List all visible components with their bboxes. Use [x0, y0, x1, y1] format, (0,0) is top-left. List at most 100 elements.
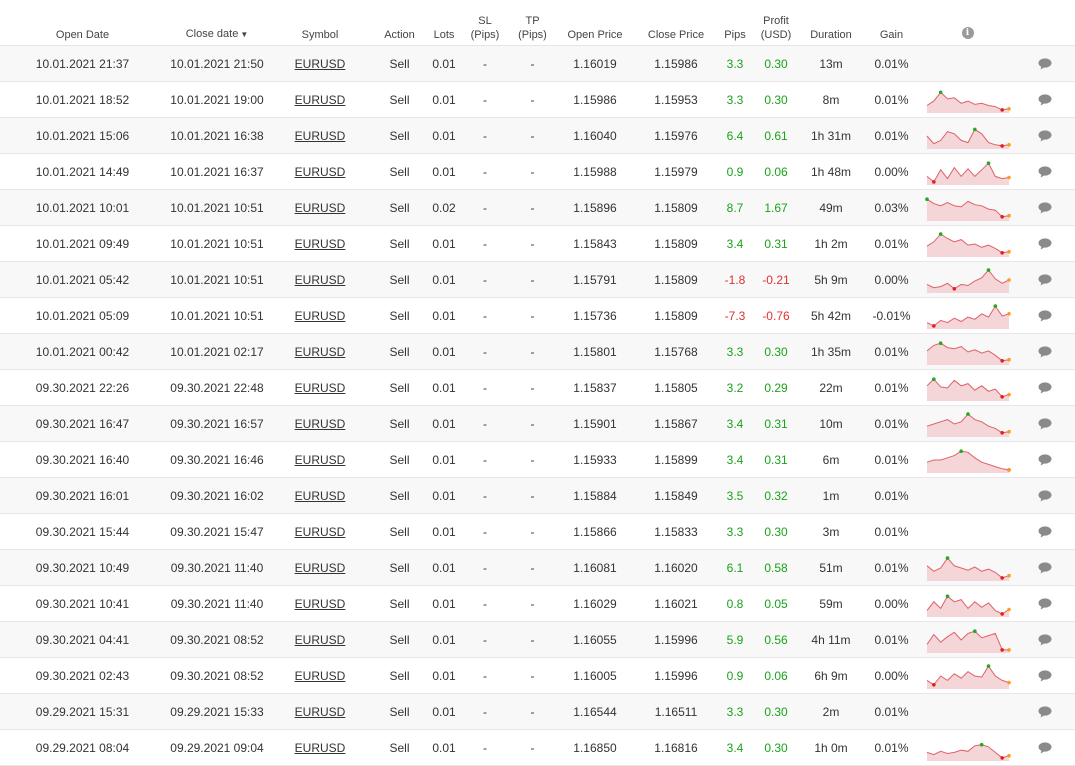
symbol-link[interactable]: EURUSD [295, 561, 346, 575]
close-price-cell: 1.15986 [635, 45, 717, 82]
action-cell: Sell [371, 477, 428, 514]
header-sl-unit: (Pips) [470, 29, 500, 41]
symbol-link[interactable]: EURUSD [295, 93, 346, 107]
table-row: 10.01.2021 10:01 10.01.2021 10:51 EURUSD Se… [0, 189, 1075, 226]
duration-cell: 10m [799, 405, 863, 442]
price-sparkline [926, 231, 1011, 257]
tp-cell: - [510, 729, 555, 766]
comment-icon[interactable] [1038, 454, 1052, 466]
info-icon[interactable]: i [961, 27, 974, 39]
price-sparkline [926, 411, 1011, 437]
comment-icon[interactable] [1038, 166, 1052, 178]
comment-icon[interactable] [1038, 310, 1052, 322]
comment-icon[interactable] [1038, 274, 1052, 286]
open-price-cell: 1.15933 [555, 441, 635, 478]
sparkline-max-point [938, 231, 942, 236]
comment-icon[interactable] [1038, 58, 1052, 70]
comment-icon[interactable] [1038, 526, 1052, 538]
header-lots[interactable]: Lots [428, 0, 460, 46]
comment-icon[interactable] [1038, 490, 1052, 502]
comment-icon[interactable] [1038, 742, 1052, 754]
comment-icon[interactable] [1038, 238, 1052, 250]
comment-icon[interactable] [1038, 670, 1052, 682]
symbol-link[interactable]: EURUSD [295, 129, 346, 143]
comment-icon[interactable] [1038, 634, 1052, 646]
symbol-link[interactable]: EURUSD [295, 201, 346, 215]
symbol-link[interactable]: EURUSD [295, 57, 346, 71]
header-duration-label: Duration [810, 29, 852, 41]
comment-icon[interactable] [1038, 202, 1052, 214]
header-action[interactable]: Action [371, 0, 428, 46]
sparkline-min-point [999, 575, 1004, 580]
header-profit[interactable]: Profit (USD) [753, 0, 799, 46]
header-duration[interactable]: Duration [799, 0, 863, 46]
header-sl[interactable]: SL (Pips) [460, 0, 510, 46]
lots-cell: 0.01 [428, 693, 460, 730]
header-tp-label: TP [525, 15, 540, 27]
profit-cell: 0.32 [753, 477, 799, 514]
comment-icon[interactable] [1038, 346, 1052, 358]
duration-cell: 3m [799, 513, 863, 550]
symbol-cell: EURUSD [269, 729, 371, 766]
header-pips[interactable]: Pips [717, 0, 753, 46]
comment-icon[interactable] [1038, 598, 1052, 610]
sparkline-min-point [931, 682, 936, 687]
symbol-link[interactable]: EURUSD [295, 309, 346, 323]
symbol-link[interactable]: EURUSD [295, 597, 346, 611]
header-gain[interactable]: Gain [863, 0, 920, 46]
symbol-link[interactable]: EURUSD [295, 237, 346, 251]
close-date-cell: 09.29.2021 09:04 [165, 729, 269, 766]
close-date-cell: 09.30.2021 16:57 [165, 405, 269, 442]
tp-cell: - [510, 441, 555, 478]
header-tp[interactable]: TP (Pips) [510, 0, 555, 46]
sparkline-min-point [999, 107, 1004, 112]
symbol-link[interactable]: EURUSD [295, 345, 346, 359]
comment-cell [1015, 333, 1075, 370]
symbol-link[interactable]: EURUSD [295, 741, 346, 755]
header-close-price[interactable]: Close Price [635, 0, 717, 46]
header-open-date[interactable]: Open Date [0, 0, 165, 46]
symbol-link[interactable]: EURUSD [295, 489, 346, 503]
symbol-cell: EURUSD [269, 45, 371, 82]
comment-icon[interactable] [1038, 418, 1052, 430]
symbol-link[interactable]: EURUSD [295, 669, 346, 683]
sparkline-min-point [999, 755, 1004, 760]
sparkline-max-point [924, 196, 929, 201]
header-chart: i [920, 0, 1015, 46]
header-symbol[interactable]: Symbol [269, 0, 371, 46]
table-row: 09.30.2021 16:01 09.30.2021 16:02 EURUSD Se… [0, 477, 1075, 514]
open-date-cell: 10.01.2021 18:52 [0, 81, 165, 118]
comment-icon[interactable] [1038, 382, 1052, 394]
open-date-cell: 09.30.2021 02:43 [0, 657, 165, 694]
symbol-link[interactable]: EURUSD [295, 453, 346, 467]
tp-cell: - [510, 261, 555, 298]
gain-cell: 0.01% [863, 333, 920, 370]
comment-icon[interactable] [1038, 94, 1052, 106]
sparkline-min-point [999, 611, 1004, 616]
open-date-cell: 09.30.2021 15:44 [0, 513, 165, 550]
duration-cell: 59m [799, 585, 863, 622]
header-open-price[interactable]: Open Price [555, 0, 635, 46]
close-date-cell: 09.30.2021 16:46 [165, 441, 269, 478]
symbol-link[interactable]: EURUSD [295, 705, 346, 719]
close-price-cell: 1.16020 [635, 549, 717, 586]
open-price-cell: 1.15896 [555, 189, 635, 226]
sparkline-end-point [1006, 175, 1011, 179]
open-price-cell: 1.15837 [555, 369, 635, 406]
gain-cell: 0.01% [863, 693, 920, 730]
open-date-cell: 09.30.2021 16:47 [0, 405, 165, 442]
comment-icon[interactable] [1038, 130, 1052, 142]
symbol-link[interactable]: EURUSD [295, 633, 346, 647]
price-sparkline [926, 303, 1011, 329]
pips-cell: 0.9 [717, 657, 753, 694]
symbol-link[interactable]: EURUSD [295, 165, 346, 179]
duration-cell: 51m [799, 549, 863, 586]
close-date-cell: 09.29.2021 15:33 [165, 693, 269, 730]
sparkline-area [926, 744, 1009, 761]
symbol-link[interactable]: EURUSD [295, 381, 346, 395]
comment-icon[interactable] [1038, 562, 1052, 574]
symbol-link[interactable]: EURUSD [295, 273, 346, 287]
header-close-date[interactable]: Close date ▼ [165, 0, 269, 46]
symbol-link[interactable]: EURUSD [295, 417, 346, 431]
symbol-link[interactable]: EURUSD [295, 525, 346, 539]
